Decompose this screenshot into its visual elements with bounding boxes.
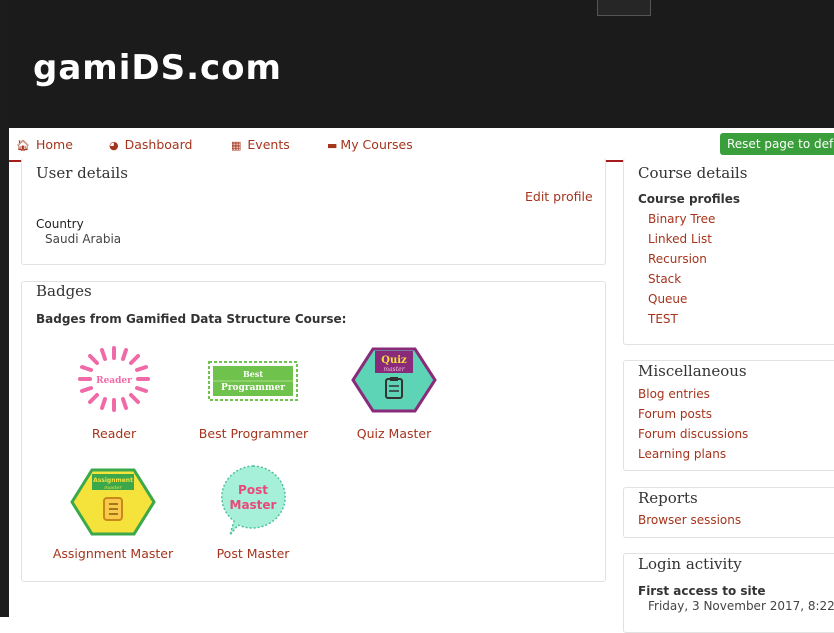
home-icon: 🏠︎ <box>16 139 30 152</box>
post-master-badge[interactable]: Post Master <box>216 463 290 537</box>
reset-page-button[interactable]: Reset page to defa <box>720 133 834 155</box>
nav-home[interactable]: 🏠︎ Home <box>16 137 73 152</box>
dashboard-icon: ◕ <box>109 139 119 152</box>
edit-profile-link[interactable]: Edit profile <box>525 189 593 204</box>
course-profile-test[interactable]: TEST <box>648 309 715 329</box>
login-activity-title: Login activity <box>638 555 742 573</box>
course-profile-queue[interactable]: Queue <box>648 289 715 309</box>
best-programmer-badge-art: Best Programmer <box>208 361 298 401</box>
quiz-master-badge-label[interactable]: Quiz Master <box>351 426 437 441</box>
user-details-title: User details <box>36 164 128 182</box>
nav-dashboard[interactable]: ◕ Dashboard <box>109 137 192 152</box>
first-access-label: First access to site <box>638 584 766 598</box>
svg-text:master: master <box>104 485 122 491</box>
reader-badge[interactable]: Reader <box>76 346 152 412</box>
country-label: Country <box>36 217 84 231</box>
first-access-value: Friday, 3 November 2017, 8:22 <box>648 599 834 613</box>
top-handle[interactable] <box>597 0 651 16</box>
calendar-icon: ▦ <box>231 139 242 152</box>
course-profile-recursion[interactable]: Recursion <box>648 249 715 269</box>
browser-sessions-link[interactable]: Browser sessions <box>638 510 741 530</box>
course-profiles-list: Binary Tree Linked List Recursion Stack … <box>648 209 715 329</box>
quiz-master-badge[interactable]: Quiz master <box>351 347 437 413</box>
quiz-master-badge-art: Quiz master <box>351 347 437 413</box>
course-profile-binary-tree[interactable]: Binary Tree <box>648 209 715 229</box>
site-logo[interactable]: gamiDS.com <box>33 48 282 88</box>
svg-text:Reader: Reader <box>96 376 132 386</box>
miscellaneous-list: Blog entries Forum posts Forum discussio… <box>638 384 748 464</box>
course-profile-stack[interactable]: Stack <box>648 269 715 289</box>
nav-my-courses[interactable]: ▬ My Courses <box>327 137 413 152</box>
miscellaneous-title: Miscellaneous <box>638 362 747 380</box>
post-master-badge-art: Post Master <box>221 465 286 536</box>
nav-my-courses-label: My Courses <box>340 137 413 152</box>
svg-text:Assignment: Assignment <box>93 477 133 484</box>
best-programmer-badge-label[interactable]: Best Programmer <box>196 426 311 441</box>
post-master-badge-label[interactable]: Post Master <box>208 546 298 561</box>
svg-text:Quiz: Quiz <box>381 355 407 366</box>
reader-badge-label[interactable]: Reader <box>76 426 152 441</box>
country-value: Saudi Arabia <box>45 232 122 246</box>
badges-subtitle: Badges from Gamified Data Structure Cour… <box>36 312 347 326</box>
course-profile-linked-list[interactable]: Linked List <box>648 229 715 249</box>
blog-entries-link[interactable]: Blog entries <box>638 384 748 404</box>
nav-events[interactable]: ▦ Events <box>231 137 290 152</box>
learning-plans-link[interactable]: Learning plans <box>638 444 748 464</box>
forum-posts-link[interactable]: Forum posts <box>638 404 748 424</box>
course-profiles-label: Course profiles <box>638 192 741 206</box>
nav-home-label: Home <box>35 137 73 152</box>
svg-text:Best: Best <box>243 369 263 379</box>
svg-text:Programmer: Programmer <box>221 383 285 393</box>
best-programmer-badge[interactable]: Best Programmer <box>208 361 298 401</box>
reader-badge-art: Reader <box>78 346 150 412</box>
nav-dashboard-label: Dashboard <box>124 137 193 152</box>
window-left-edge <box>0 0 9 617</box>
svg-text:master: master <box>383 366 405 373</box>
assignment-master-badge-art: Assignment master <box>70 468 156 536</box>
badges-title: Badges <box>36 282 92 300</box>
reports-list: Browser sessions <box>638 510 741 530</box>
briefcase-icon: ▬ <box>327 139 338 152</box>
assignment-master-badge[interactable]: Assignment master <box>70 468 156 536</box>
svg-text:Master: Master <box>230 498 277 512</box>
reports-title: Reports <box>638 489 698 507</box>
nav-events-label: Events <box>247 137 290 152</box>
course-details-title: Course details <box>638 164 748 182</box>
svg-text:Post: Post <box>238 483 268 497</box>
forum-discussions-link[interactable]: Forum discussions <box>638 424 748 444</box>
assignment-master-badge-label[interactable]: Assignment Master <box>48 546 178 561</box>
